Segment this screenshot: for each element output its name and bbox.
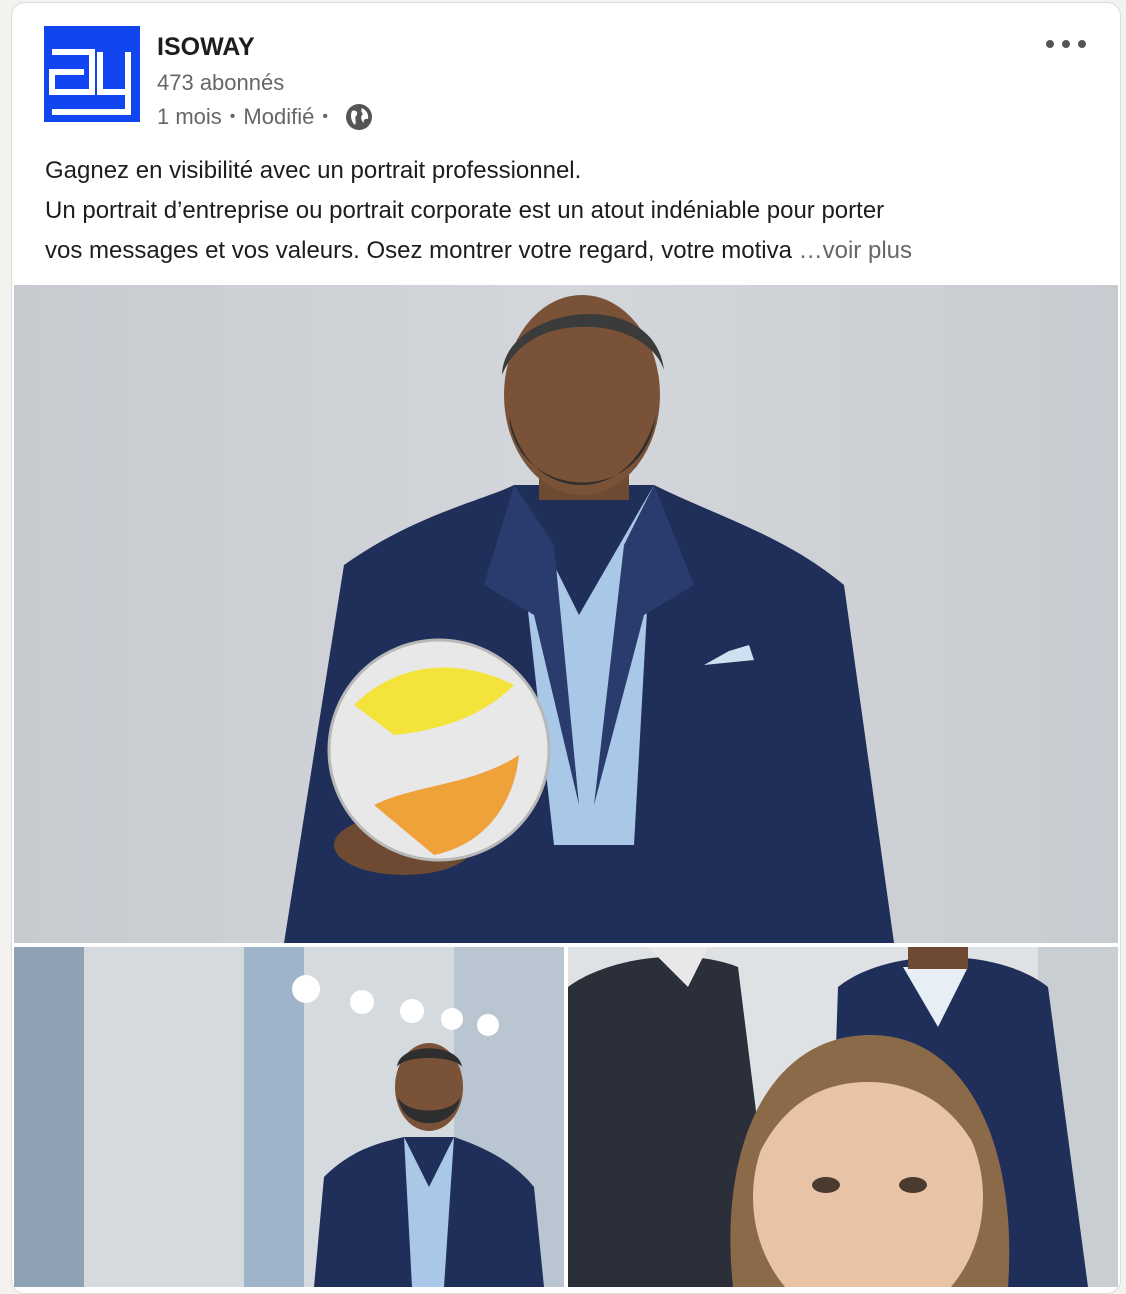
followers-count: 473 abonnés [157,70,285,95]
group-selfie-photo[interactable] [568,947,1118,1287]
company-name-link[interactable]: ISOWAY [157,33,255,62]
ellipsis-icon [1046,40,1086,48]
globe-icon [344,102,374,132]
office-portrait-photo[interactable] [14,947,564,1287]
post-text-line: Gagnez en visibilité avec un portrait pr… [45,157,582,184]
post-card: ISOWAY 473 abonnés 1 mois • Modifié • Ga… [11,2,1121,1294]
company-logo[interactable] [44,26,140,122]
separator: • [322,108,328,125]
see-more-link[interactable]: …voir plus [799,237,912,264]
post-age: 1 mois [157,104,222,129]
post-text: Gagnez en visibilité avec un portrait pr… [45,151,1093,271]
main-portrait-photo[interactable] [14,285,1118,943]
edited-label: Modifié [243,104,315,129]
post-text-line: vos messages et vos valeurs. Osez montre… [45,237,792,264]
post-text-line: Un portrait d’entreprise ou portrait cor… [45,197,885,224]
post-meta: 1 mois • Modifié • [157,102,374,132]
more-options-button[interactable] [1042,31,1090,57]
separator: • [229,108,236,125]
